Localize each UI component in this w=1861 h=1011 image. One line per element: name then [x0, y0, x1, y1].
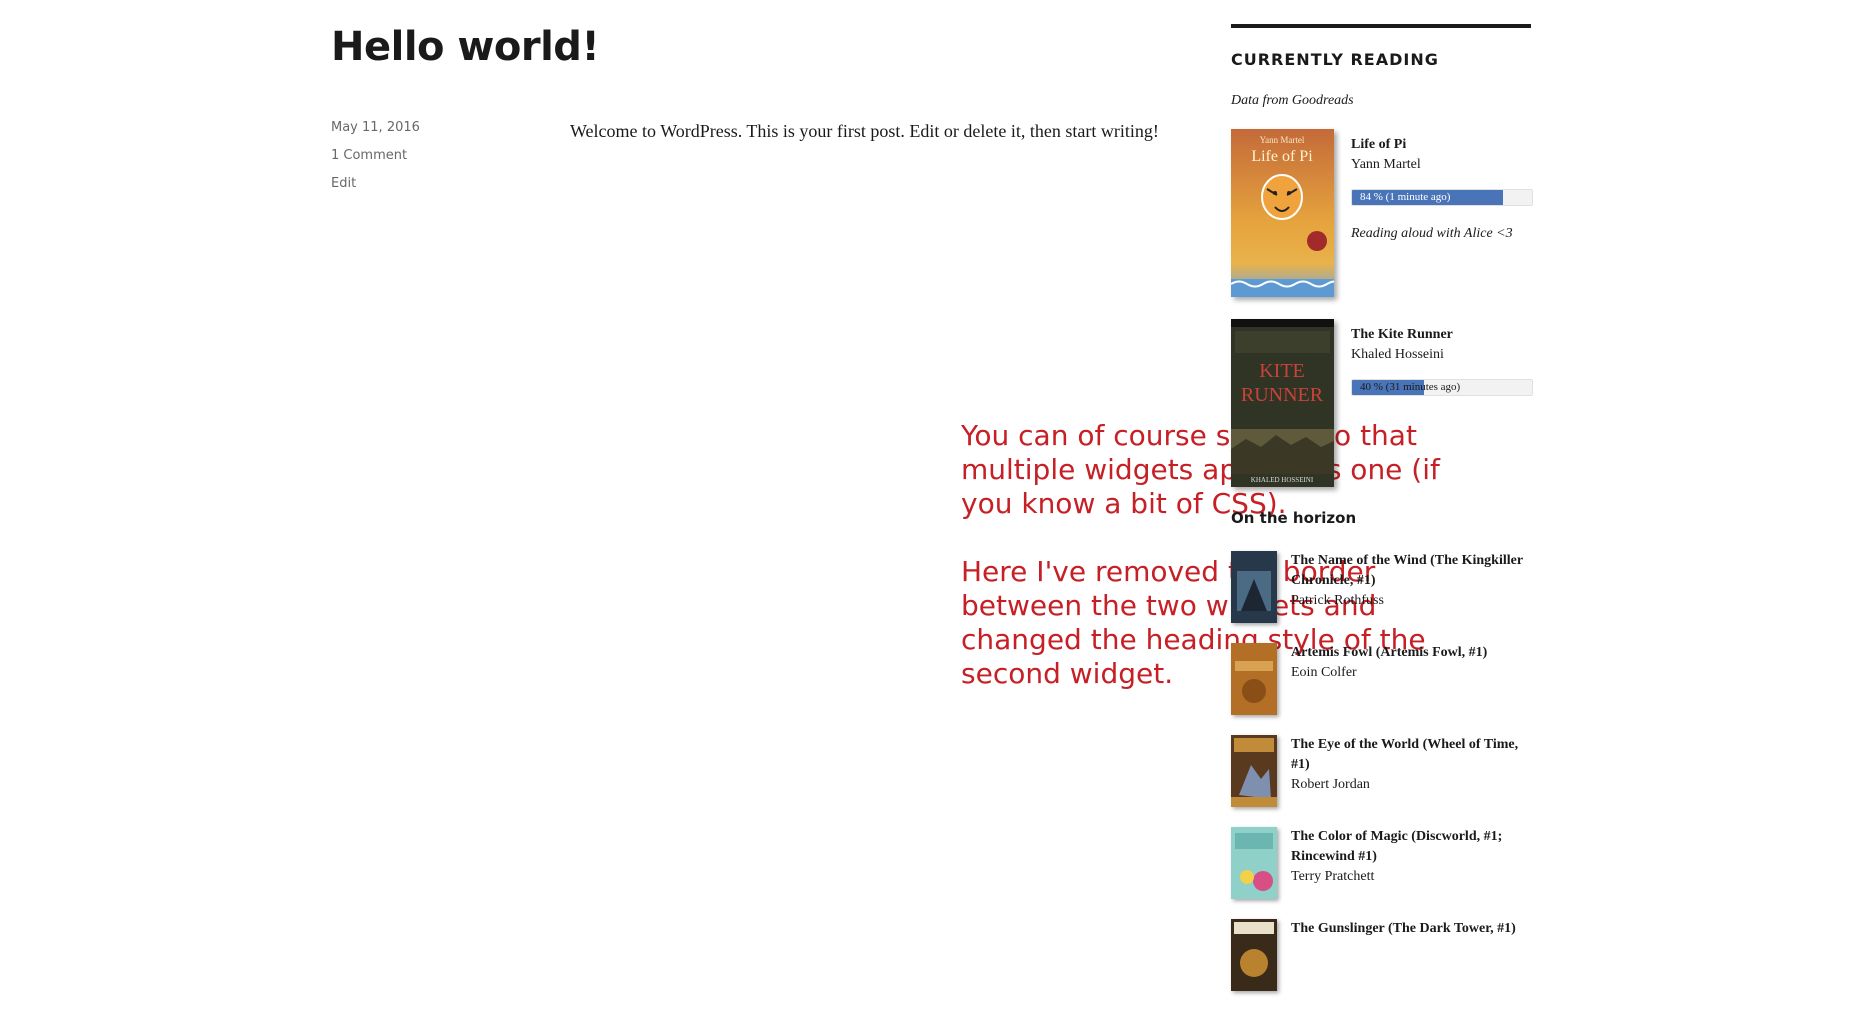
book-title-link[interactable]: The Gunslinger (The Dark Tower, #1): [1291, 919, 1531, 939]
book-info: The Kite Runner Khaled Hosseini 40 % (31…: [1351, 325, 1533, 396]
horizon-book: The Gunslinger (The Dark Tower, #1): [1231, 919, 1531, 1011]
book-info: Artemis Fowl (Artemis Fowl, #1) Eoin Col…: [1291, 643, 1531, 683]
book-cover-name-of-the-wind[interactable]: [1231, 551, 1277, 623]
svg-text:RUNNER: RUNNER: [1241, 384, 1324, 406]
reading-book-life-of-pi: Yann Martel Life of Pi Life of Pi Yann M…: [1231, 129, 1533, 319]
book-cover-color-of-magic[interactable]: [1231, 827, 1277, 899]
book-author: Robert Jordan: [1291, 777, 1370, 792]
book-author: Eoin Colfer: [1291, 665, 1357, 680]
book-author: Terry Pratchett: [1291, 869, 1375, 884]
book-cover-artemis-fowl[interactable]: [1231, 643, 1277, 715]
book-title-link[interactable]: Artemis Fowl (Artemis Fowl, #1): [1291, 643, 1531, 663]
widget-title-currently-reading: CURRENTLY READING: [1231, 50, 1439, 69]
horizon-list: The Name of the Wind (The Kingkiller Chr…: [1231, 551, 1531, 1011]
post-content: Welcome to WordPress. This is your first…: [570, 121, 1159, 141]
widget-title-on-the-horizon: On the horizon: [1231, 509, 1357, 527]
svg-text:Life of Pi: Life of Pi: [1251, 148, 1313, 165]
book-comment: Reading aloud with Alice <3: [1351, 226, 1513, 241]
comments-link[interactable]: 1 Comment: [331, 146, 420, 174]
horizon-book: The Eye of the World (Wheel of Time, #1)…: [1231, 735, 1531, 827]
post-date-link[interactable]: May 11, 2016: [331, 118, 420, 146]
book-cover-kite-runner[interactable]: KITE RUNNER KHALED HOSSEINI: [1231, 319, 1334, 487]
progress-text: 40 % (31 minutes ago): [1360, 381, 1461, 393]
progress-bar: 84 % (1 minute ago): [1351, 189, 1533, 206]
book-info: The Name of the Wind (The Kingkiller Chr…: [1291, 551, 1531, 611]
progress-text: 84 % (1 minute ago): [1360, 191, 1451, 203]
book-info: The Gunslinger (The Dark Tower, #1): [1291, 919, 1531, 939]
goodreads-note: Data from Goodreads: [1231, 93, 1354, 108]
book-title-link[interactable]: The Name of the Wind (The Kingkiller Chr…: [1291, 551, 1531, 591]
post-title[interactable]: Hello world!: [331, 24, 600, 70]
reading-book-kite-runner: KITE RUNNER KHALED HOSSEINI The Kite Run…: [1231, 319, 1533, 509]
sidebar: CURRENTLY READING Data from Goodreads Ya…: [1231, 24, 1533, 1011]
book-cover-life-of-pi[interactable]: Yann Martel Life of Pi: [1231, 129, 1334, 297]
book-info: The Color of Magic (Discworld, #1; Rince…: [1291, 827, 1531, 887]
book-title-link[interactable]: Life of Pi: [1351, 135, 1533, 155]
book-title-link[interactable]: The Eye of the World (Wheel of Time, #1): [1291, 735, 1531, 775]
horizon-book: The Name of the Wind (The Kingkiller Chr…: [1231, 551, 1531, 643]
horizon-book: Artemis Fowl (Artemis Fowl, #1) Eoin Col…: [1231, 643, 1531, 735]
book-title-link[interactable]: The Kite Runner: [1351, 325, 1533, 345]
progress-bar: 40 % (31 minutes ago): [1351, 379, 1533, 396]
svg-text:Yann Martel: Yann Martel: [1260, 135, 1305, 145]
post-meta: May 11, 2016 1 Comment Edit: [331, 118, 420, 202]
book-author: Patrick Rothfuss: [1291, 593, 1384, 608]
widget-top-border: [1231, 24, 1531, 28]
horizon-book: The Color of Magic (Discworld, #1; Rince…: [1231, 827, 1531, 919]
book-info: The Eye of the World (Wheel of Time, #1)…: [1291, 735, 1531, 795]
book-info: Life of Pi Yann Martel 84 % (1 minute ag…: [1351, 135, 1533, 244]
svg-text:KHALED HOSSEINI: KHALED HOSSEINI: [1251, 476, 1314, 484]
book-cover-gunslinger[interactable]: [1231, 919, 1277, 991]
book-cover-eye-of-the-world[interactable]: [1231, 735, 1277, 807]
edit-link[interactable]: Edit: [331, 174, 420, 202]
svg-text:KITE: KITE: [1259, 360, 1305, 382]
book-title-link[interactable]: The Color of Magic (Discworld, #1; Rince…: [1291, 827, 1531, 867]
book-author: Yann Martel: [1351, 157, 1421, 172]
book-author: Khaled Hosseini: [1351, 347, 1444, 362]
